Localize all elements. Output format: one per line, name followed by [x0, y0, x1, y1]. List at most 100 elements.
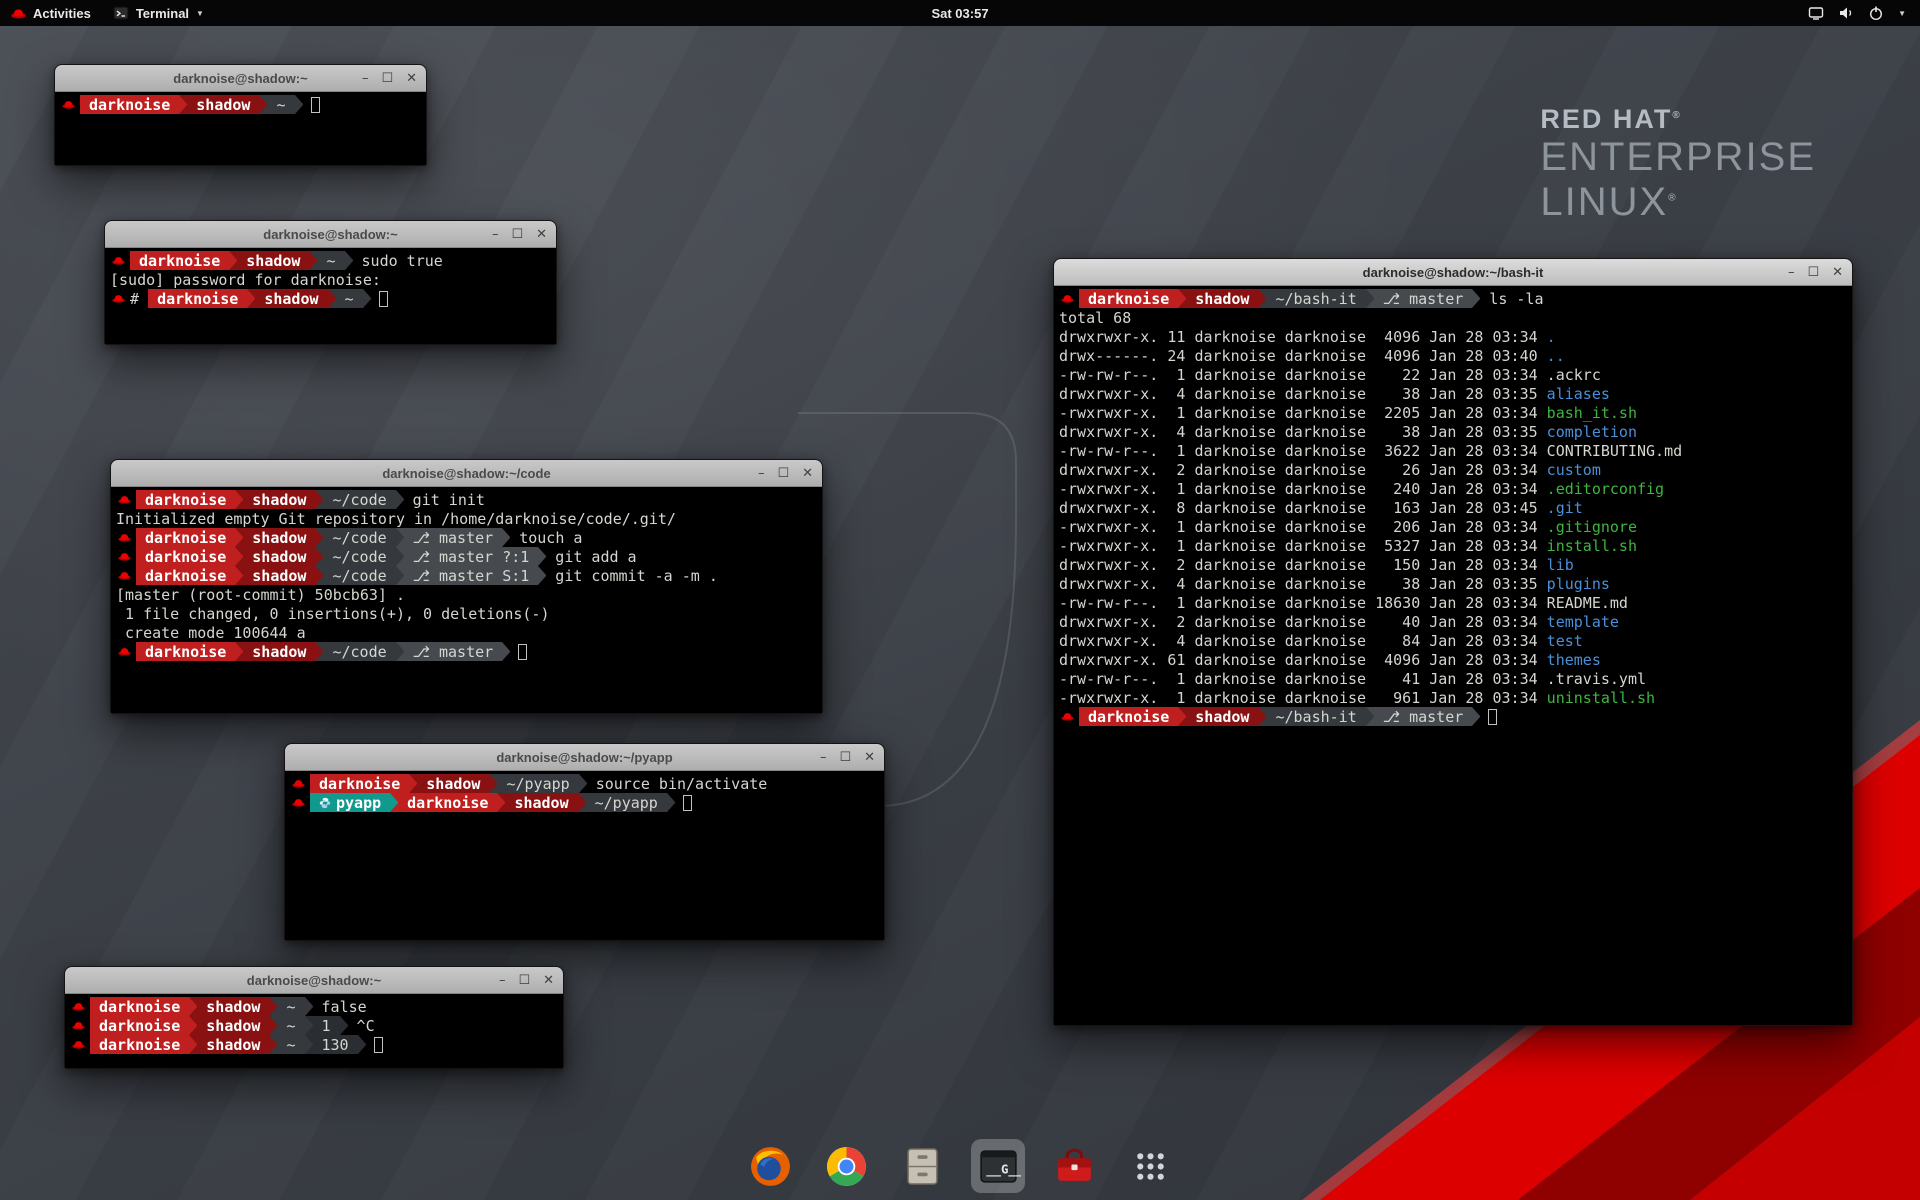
powerline-separator-icon — [667, 793, 675, 812]
prompt-segment-host: shadow — [243, 547, 315, 566]
terminal-window: darknoise@shadow:~–☐✕darknoiseshadow~ fa… — [64, 966, 564, 1069]
app-menu-button[interactable]: Terminal ▼ — [102, 0, 215, 26]
terminal-line: [master (root-commit) 50bcb63] . — [116, 585, 817, 604]
terminal-content[interactable]: darknoiseshadow~/pyapp source bin/activa… — [285, 771, 884, 940]
terminal-text: drwxrwxr-x. 4 darknoise darknoise 38 Jan… — [1059, 385, 1547, 403]
prompt-segment-venv: pyapp — [310, 793, 390, 812]
terminal-text: drwxrwxr-x. 2 darknoise darknoise 26 Jan… — [1059, 461, 1547, 479]
powerline-separator-icon — [579, 774, 587, 793]
window-titlebar[interactable]: darknoise@shadow:~–☐✕ — [65, 967, 563, 994]
prompt-segment-git: ⎇ master — [404, 528, 503, 547]
redhat-prompt-icon — [112, 294, 125, 303]
dock-files-icon[interactable] — [895, 1139, 949, 1193]
terminal-line: create mode 100644 a — [116, 623, 817, 642]
window-minimize-button[interactable]: – — [362, 72, 369, 85]
powerline-separator-icon — [538, 547, 546, 566]
powerline-separator-icon — [235, 642, 243, 661]
window-close-button[interactable]: ✕ — [406, 72, 417, 85]
window-close-button[interactable]: ✕ — [802, 467, 813, 480]
dock-firefox-icon[interactable] — [743, 1139, 797, 1193]
terminal-text: CONTRIBUTING.md — [1547, 442, 1682, 460]
clock[interactable]: Sat 03:57 — [931, 6, 988, 21]
window-maximize-button[interactable]: ☐ — [839, 751, 851, 764]
terminal-content[interactable]: darknoiseshadow~ — [55, 92, 426, 165]
redhat-prompt-icon — [1061, 294, 1074, 303]
window-maximize-button[interactable]: ☐ — [381, 72, 393, 85]
powerline-separator-icon — [497, 793, 505, 812]
powerline-separator-icon — [396, 547, 404, 566]
powerline-separator-icon — [489, 774, 497, 793]
dock-chrome-icon[interactable] — [819, 1139, 873, 1193]
window-minimize-button[interactable]: – — [758, 467, 765, 480]
terminal-content[interactable]: darknoiseshadow~ falsedarknoiseshadow~1 … — [65, 994, 563, 1068]
powerline-separator-icon — [502, 528, 510, 547]
window-titlebar[interactable]: darknoise@shadow:~/bash-it–☐✕ — [1054, 259, 1852, 286]
system-menu-caret-icon[interactable]: ▼ — [1898, 9, 1906, 18]
window-buttons: –☐ ✕ — [499, 967, 554, 993]
terminal-text: bash_it.sh — [1547, 404, 1637, 422]
dock-appgrid-icon[interactable] — [1123, 1139, 1177, 1193]
terminal-line: darknoiseshadow~/bash-it⎇ master ls -la — [1059, 289, 1847, 308]
window-minimize-button[interactable]: – — [499, 974, 506, 987]
window-maximize-button[interactable]: ☐ — [511, 228, 523, 241]
caret-down-icon: ▼ — [196, 9, 204, 18]
window-title: darknoise@shadow:~/pyapp — [496, 750, 672, 765]
window-minimize-button[interactable]: – — [1788, 266, 1795, 279]
system-tray: ▼ — [1808, 5, 1920, 21]
window-titlebar[interactable]: darknoise@shadow:~–☐✕ — [105, 221, 556, 248]
window-close-button[interactable]: ✕ — [543, 974, 554, 987]
terminal-line: -rwxrwxr-x. 1 darknoise darknoise 5327 J… — [1059, 536, 1847, 555]
activities-button[interactable]: Activities — [0, 0, 102, 26]
powerline-separator-icon — [538, 566, 546, 585]
window-maximize-button[interactable]: ☐ — [777, 467, 789, 480]
terminal-text: git init — [404, 491, 485, 509]
terminal-text: # — [130, 290, 148, 308]
terminal-line: -rw-rw-r--. 1 darknoise darknoise 22 Jan… — [1059, 365, 1847, 384]
window-titlebar[interactable]: darknoise@shadow:~/pyapp –☐ ✕ — [285, 744, 884, 771]
powerline-separator-icon — [409, 774, 417, 793]
power-icon[interactable] — [1868, 5, 1884, 21]
display-icon[interactable] — [1808, 5, 1824, 21]
window-close-button[interactable]: ✕ — [864, 751, 875, 764]
prompt-segment-host: shadow — [243, 528, 315, 547]
window-minimize-button[interactable]: – — [492, 228, 499, 241]
prompt-segment-host: shadow — [255, 289, 327, 308]
powerline-separator-icon — [189, 997, 197, 1016]
redhat-prompt-icon — [292, 798, 305, 807]
window-close-button[interactable]: ✕ — [536, 228, 547, 241]
volume-icon[interactable] — [1838, 5, 1854, 21]
powerline-separator-icon — [358, 1035, 366, 1054]
powerline-separator-icon — [247, 289, 255, 308]
terminal-text: custom — [1547, 461, 1601, 479]
powerline-separator-icon — [396, 490, 404, 509]
powerline-separator-icon — [1258, 707, 1266, 726]
redhat-prompt-icon — [118, 533, 131, 542]
window-titlebar[interactable]: darknoise@shadow:~/code–☐✕ — [111, 460, 822, 487]
prompt-segment-exit: 1 — [313, 1016, 340, 1035]
dock-terminal-icon[interactable]: __G__gt; — [971, 1139, 1025, 1193]
window-maximize-button[interactable]: ☐ — [1807, 266, 1819, 279]
terminal-content[interactable]: darknoiseshadow~ sudo true[sudo] passwor… — [105, 248, 556, 344]
window-buttons: –☐ ✕ — [758, 460, 813, 486]
terminal-content[interactable]: darknoiseshadow~/code git initInitialize… — [111, 487, 822, 713]
prompt-segment-host: shadow — [243, 566, 315, 585]
window-maximize-button[interactable]: ☐ — [518, 974, 530, 987]
terminal-window: darknoise@shadow:~–☐✕darknoiseshadow~ su… — [104, 220, 557, 345]
powerline-separator-icon — [396, 642, 404, 661]
terminal-text: .. — [1547, 347, 1565, 365]
dock-toolbox-icon[interactable] — [1047, 1139, 1101, 1193]
terminal-text: .git — [1547, 499, 1583, 517]
window-minimize-button[interactable]: – — [820, 751, 827, 764]
redhat-prompt-icon — [72, 1040, 85, 1049]
powerline-separator-icon — [235, 490, 243, 509]
terminal-text: -rwxrwxr-x. 1 darknoise darknoise 2205 J… — [1059, 404, 1547, 422]
terminal-text: drwxrwxr-x. 2 darknoise darknoise 40 Jan… — [1059, 613, 1547, 631]
prompt-segment-user: darknoise — [136, 547, 235, 566]
prompt-segment-user: darknoise — [90, 997, 189, 1016]
brand-linux: LINUX® — [1540, 180, 1816, 225]
window-close-button[interactable]: ✕ — [1832, 266, 1843, 279]
powerline-separator-icon — [363, 289, 371, 308]
window-titlebar[interactable]: darknoise@shadow:~–☐✕ — [55, 65, 426, 92]
terminal-line: total 68 — [1059, 308, 1847, 327]
terminal-content[interactable]: darknoiseshadow~/bash-it⎇ master ls -lat… — [1054, 286, 1852, 1025]
